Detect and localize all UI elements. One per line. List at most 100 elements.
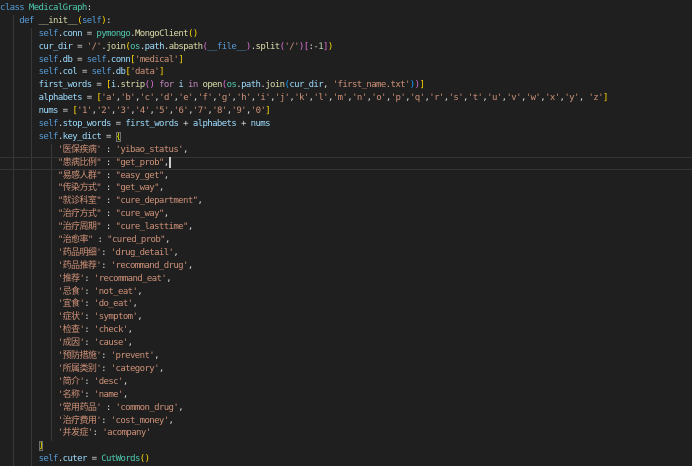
syntax-token: "传染方式" bbox=[58, 183, 101, 193]
code-line[interactable]: '所属类别': 'category', bbox=[0, 363, 692, 376]
syntax-token: 'data' bbox=[130, 67, 159, 77]
syntax-token bbox=[0, 299, 58, 309]
syntax-token: db bbox=[63, 55, 73, 65]
syntax-token bbox=[0, 416, 58, 426]
code-line[interactable]: '成因': 'cause', bbox=[0, 337, 692, 350]
code-line[interactable]: '症状': 'symptom', bbox=[0, 311, 692, 324]
syntax-token: , bbox=[159, 183, 164, 193]
code-line[interactable]: nums = ['1','2','3','4','5','6','7','8',… bbox=[0, 105, 692, 118]
syntax-token bbox=[0, 209, 58, 219]
code-editor[interactable]: class MedicalGraph: def __init__(self): … bbox=[0, 0, 692, 466]
syntax-token: , bbox=[164, 158, 169, 168]
code-line[interactable]: "治疗周期" : "cure_lasttime", bbox=[0, 221, 692, 234]
code-line[interactable]: cur_dir = '/'.join(os.path.abspath(__fil… bbox=[0, 41, 692, 54]
code-line[interactable]: '常用药品' : 'common_drug', bbox=[0, 402, 692, 415]
code-line[interactable]: } bbox=[0, 440, 692, 453]
syntax-token: : bbox=[101, 364, 111, 374]
syntax-token: 'p' bbox=[391, 93, 405, 103]
syntax-token: , bbox=[197, 196, 202, 206]
code-line[interactable]: self.conn = pymongo.MongoClient() bbox=[0, 28, 692, 41]
syntax-token: '简介' bbox=[58, 377, 84, 387]
syntax-token: 'prevent' bbox=[111, 351, 154, 361]
code-line[interactable]: class MedicalGraph: bbox=[0, 2, 692, 15]
code-line[interactable]: '名称': 'name', bbox=[0, 389, 692, 402]
syntax-token: () bbox=[140, 454, 150, 464]
code-line[interactable]: '治疗费用': 'cost_money', bbox=[0, 415, 692, 428]
syntax-token: : bbox=[101, 171, 115, 181]
syntax-token: 'o' bbox=[371, 93, 385, 103]
syntax-token bbox=[0, 119, 39, 129]
syntax-token: , bbox=[128, 325, 133, 335]
syntax-token: : bbox=[93, 235, 107, 245]
syntax-token: , bbox=[159, 364, 164, 374]
syntax-token: in bbox=[188, 80, 198, 90]
syntax-token: __init__ bbox=[39, 16, 78, 26]
syntax-token: : bbox=[101, 145, 115, 155]
syntax-token: = bbox=[82, 29, 96, 39]
syntax-token: self bbox=[39, 132, 58, 142]
syntax-token: ] bbox=[159, 67, 164, 77]
syntax-token: 'yibao_status' bbox=[116, 145, 183, 155]
code-area[interactable]: class MedicalGraph: def __init__(self): … bbox=[0, 2, 692, 466]
code-line[interactable]: self.db = self.conn['medical'] bbox=[0, 54, 692, 67]
syntax-token: '药品推荐' bbox=[58, 261, 101, 271]
code-line[interactable]: '并发症': 'acompany' bbox=[0, 427, 692, 440]
code-line[interactable]: self.col = self.db['data'] bbox=[0, 66, 692, 79]
syntax-token: : bbox=[93, 428, 103, 438]
code-line[interactable]: '忌食': 'not_eat', bbox=[0, 286, 692, 299]
syntax-token: split bbox=[256, 42, 280, 52]
syntax-token: () bbox=[145, 80, 155, 90]
syntax-token: : bbox=[101, 222, 115, 232]
code-line[interactable]: '推荐': 'recommand_eat', bbox=[0, 273, 692, 286]
syntax-token: "治疗方式" bbox=[58, 209, 101, 219]
code-line[interactable]: self.cuter = CutWords() bbox=[0, 453, 692, 466]
syntax-token: '症状' bbox=[58, 312, 84, 322]
syntax-token bbox=[0, 67, 39, 77]
syntax-token: 'g' bbox=[217, 93, 231, 103]
syntax-token bbox=[0, 274, 58, 284]
syntax-token: '/' bbox=[284, 42, 298, 52]
syntax-token: 'n' bbox=[352, 93, 366, 103]
syntax-token: = bbox=[101, 132, 115, 142]
code-line[interactable]: '检查': 'check', bbox=[0, 324, 692, 337]
code-line[interactable]: "就诊科室" : "cure_department", bbox=[0, 195, 692, 208]
code-line[interactable]: "易感人群" : "easy_get", bbox=[0, 170, 692, 183]
code-line[interactable]: self.stop_words = first_words + alphabet… bbox=[0, 118, 692, 131]
syntax-token: path bbox=[241, 80, 260, 90]
code-line[interactable]: '预防措施': 'prevent', bbox=[0, 350, 692, 363]
code-line[interactable]: "传染方式" : "get_way", bbox=[0, 182, 692, 195]
syntax-token: : bbox=[84, 274, 94, 284]
code-line[interactable]: '药品明细': 'drug_detail', bbox=[0, 247, 692, 260]
code-line[interactable]: self.key_dict = { bbox=[0, 131, 692, 144]
syntax-token: first_words bbox=[39, 80, 92, 90]
syntax-token: "治疗周期" bbox=[58, 222, 101, 232]
syntax-token: : bbox=[101, 209, 115, 219]
code-line[interactable]: "治疗方式" : "cure_way", bbox=[0, 208, 692, 221]
code-line[interactable]: '药品推荐': 'recommand_drug', bbox=[0, 260, 692, 273]
code-line[interactable]: '宜食': 'do_eat', bbox=[0, 298, 692, 311]
code-line[interactable]: '医保疾病' : 'yibao_status', bbox=[0, 144, 692, 157]
syntax-token bbox=[0, 235, 58, 245]
code-line[interactable]: alphabets = ['a','b','c','d','e','f','g'… bbox=[0, 92, 692, 105]
code-line[interactable]: "治愈率" : "cured_prob", bbox=[0, 234, 692, 247]
syntax-token: nums bbox=[39, 106, 58, 116]
syntax-token: self bbox=[39, 454, 58, 464]
syntax-token: , bbox=[164, 171, 169, 181]
syntax-token: '所属类别' bbox=[58, 364, 101, 374]
syntax-token: , bbox=[183, 145, 188, 155]
syntax-token: "get_prob" bbox=[116, 158, 164, 168]
code-line[interactable]: '简介': 'desc', bbox=[0, 376, 692, 389]
syntax-token: 's' bbox=[449, 93, 463, 103]
syntax-token: '1' bbox=[77, 106, 91, 116]
syntax-token bbox=[0, 312, 58, 322]
code-line[interactable]: first_words = [i.strip() for i in open(o… bbox=[0, 79, 692, 92]
syntax-token: self bbox=[39, 119, 58, 129]
syntax-token: 'd' bbox=[159, 93, 173, 103]
syntax-token: 'i' bbox=[256, 93, 270, 103]
syntax-token: '9' bbox=[232, 106, 246, 116]
syntax-token: ] bbox=[603, 93, 608, 103]
syntax-token: 'f' bbox=[198, 93, 212, 103]
syntax-token: : bbox=[84, 325, 94, 335]
code-line[interactable]: def __init__(self): bbox=[0, 15, 692, 28]
code-line[interactable]: "患病比例" : "get_prob", bbox=[0, 157, 692, 170]
